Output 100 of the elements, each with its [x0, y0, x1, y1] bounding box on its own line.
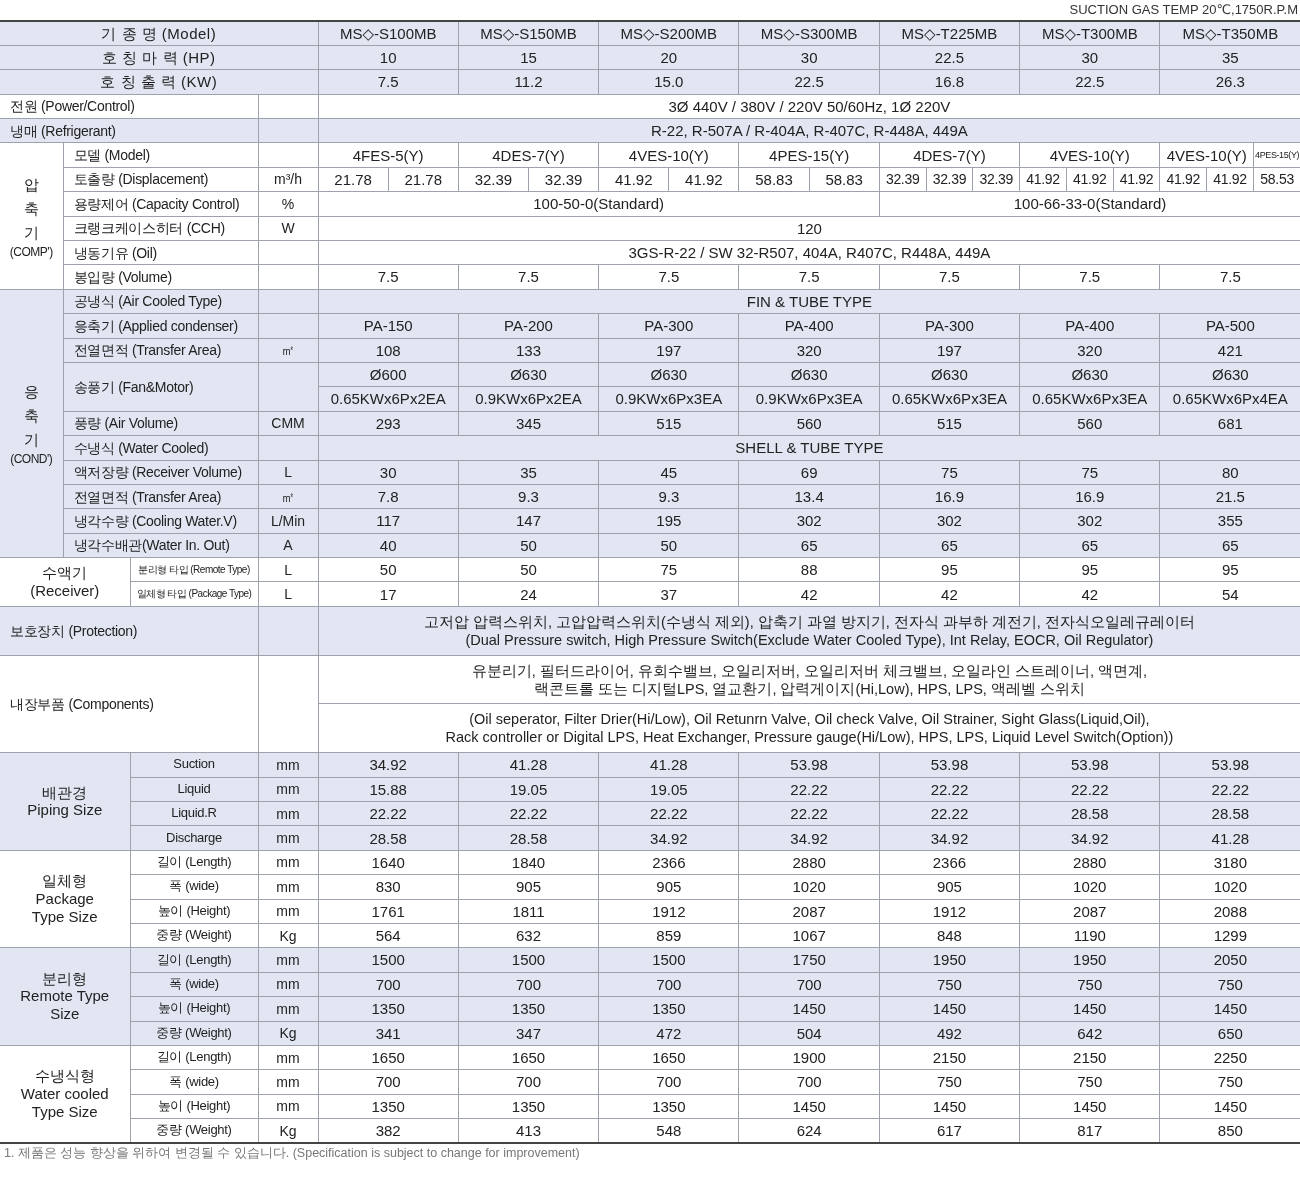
- table-text: (Oil seperator, Filter Drier(Hi/Low), Oil Retunrn Valve, Oil check Valve, Oil Strainer, Sight Glass(Liquid,Oil), Rack controller or Digital LPS, Heat Exchanger, Pressure gauge(Hi/Low), HPS, LPS, Liquid Level Switch(Option)): [318, 703, 1300, 753]
- table-cell: 1912: [879, 899, 1020, 924]
- table-cell: 345: [458, 411, 599, 436]
- row-label: 크랭크케이스히터 (CCH): [63, 216, 258, 241]
- table-cell: PA-300: [598, 313, 739, 339]
- table-cell: 830: [318, 874, 459, 900]
- table-cell: 133: [458, 338, 599, 363]
- row-label: 액저장량 (Receiver Volume): [63, 460, 258, 485]
- table-cell: 13.4: [739, 484, 880, 509]
- group-subtitle: Water cooled Type Size: [19, 1084, 110, 1121]
- row-label: 길이 (Length): [130, 1045, 258, 1070]
- row-label: 내장부품 (Components): [0, 655, 258, 753]
- table-cell: SHELL & TUBE TYPE: [318, 435, 1300, 461]
- table-cell: 41.92: [668, 167, 739, 192]
- table-cell: 0.65KWx6Px2EA: [318, 386, 459, 412]
- table-cell: 20: [598, 45, 739, 70]
- table-cell: 41.92: [1159, 167, 1207, 192]
- table-cell: 0.65KWx6Px3EA: [879, 386, 1020, 412]
- group-title: 분리형: [41, 970, 89, 988]
- table-cell: 41.28: [1159, 825, 1300, 851]
- table-cell: 40: [318, 533, 459, 558]
- table-cell: 905: [598, 874, 739, 900]
- table-cell: 1500: [318, 947, 459, 973]
- table-cell: Ø630: [739, 362, 880, 387]
- row-label: 봉입량 (Volume): [63, 264, 258, 290]
- table-cell: 848: [879, 923, 1020, 948]
- table-cell: 22.22: [1019, 777, 1160, 802]
- table-cell: 15.88: [318, 777, 459, 802]
- row-label: 전원 (Power/Control): [0, 94, 258, 119]
- table-cell: 21.78: [318, 167, 389, 192]
- table-cell: 11.2: [458, 69, 599, 95]
- table-cell: 1950: [879, 947, 1020, 973]
- table-cell: 1650: [598, 1045, 739, 1070]
- table-cell: 2150: [879, 1045, 1020, 1070]
- table-cell: PA-400: [739, 313, 880, 339]
- table-cell: 53.98: [1159, 752, 1300, 778]
- table-cell: 7.5: [318, 264, 459, 290]
- table-cell: Ø630: [879, 362, 1020, 387]
- row-label: Liquid: [130, 777, 258, 802]
- table-cell: 95: [1019, 557, 1160, 582]
- row-header: 호 칭 마 력 (HP): [0, 45, 319, 70]
- table-cell: 1840: [458, 850, 599, 875]
- unit-label: W: [258, 216, 319, 241]
- row-label: 풍량 (Air Volume): [63, 411, 258, 436]
- row-label: Discharge: [130, 825, 258, 851]
- table-cell: 0.9KWx6Px2EA: [458, 386, 599, 412]
- table-cell: 4DES-7(Y): [879, 142, 1020, 168]
- group-title: 압축기: [23, 174, 39, 243]
- table-cell: 700: [458, 972, 599, 997]
- table-cell: 30: [739, 45, 880, 70]
- table-cell: 19.05: [458, 777, 599, 802]
- row-label: 길이 (Length): [130, 947, 258, 973]
- table-cell: 41.92: [598, 167, 669, 192]
- table-cell: 22.22: [458, 801, 599, 826]
- row-label: 높이 (Height): [130, 1094, 258, 1119]
- table-cell: 1350: [458, 996, 599, 1022]
- table-cell: 750: [879, 1069, 1020, 1095]
- footnote: 1. 제품은 성능 향상을 위하여 변경될 수 있습니다. (Specification is subject to change for improvement): [3, 1145, 581, 1162]
- table-cell: 69: [739, 460, 880, 485]
- row-label: 전열면적 (Transfer Area): [63, 338, 258, 363]
- table-cell: 632: [458, 923, 599, 948]
- table-cell: 1750: [739, 947, 880, 973]
- table-cell: 1450: [879, 996, 1020, 1022]
- table-cell: 472: [598, 1021, 739, 1046]
- row-label: Suction: [130, 752, 258, 778]
- row-label: 냉동기유 (Oil): [63, 240, 258, 265]
- row-label: 냉매 (Refrigerant): [0, 118, 258, 143]
- row-label: 중량 (Weight): [130, 1021, 258, 1046]
- table-cell: 1650: [318, 1045, 459, 1070]
- table-cell: 750: [1019, 1069, 1160, 1095]
- table-cell: 302: [879, 508, 1020, 534]
- table-cell: 35: [1159, 45, 1300, 70]
- table-cell: 1650: [458, 1045, 599, 1070]
- table-cell: 34.92: [318, 752, 459, 778]
- table-cell: 1500: [598, 947, 739, 973]
- table-cell: 421: [1159, 338, 1300, 363]
- table-cell: 700: [739, 972, 880, 997]
- table-cell: 2366: [598, 850, 739, 875]
- table-cell: 1450: [739, 1094, 880, 1119]
- table-cell: 34.92: [879, 825, 1020, 851]
- table-cell: 1350: [318, 1094, 459, 1119]
- table-cell: 515: [598, 411, 739, 436]
- group-subtitle: Piping Size: [26, 801, 104, 820]
- row-label: 보호장치 (Protection): [0, 606, 258, 656]
- table-cell: 26.3: [1159, 69, 1300, 95]
- unit-label: mm: [258, 899, 319, 924]
- table-cell: 65: [879, 533, 1020, 558]
- table-cell: MS◇-S200MB: [598, 21, 739, 46]
- table-cell: 7.5: [1019, 264, 1160, 290]
- table-cell: 42: [879, 582, 1020, 607]
- table-cell: 1020: [739, 874, 880, 900]
- unit-label: L: [258, 582, 319, 607]
- table-cell: 32.39: [879, 167, 927, 192]
- group-subtitle: Remote Type Size: [19, 987, 110, 1024]
- table-cell: 75: [598, 557, 739, 582]
- table-cell: 53.98: [739, 752, 880, 778]
- table-cell: 108: [318, 338, 459, 363]
- table-cell: 650: [1159, 1021, 1300, 1046]
- table-cell: 1450: [879, 1094, 1020, 1119]
- table-cell: 302: [739, 508, 880, 534]
